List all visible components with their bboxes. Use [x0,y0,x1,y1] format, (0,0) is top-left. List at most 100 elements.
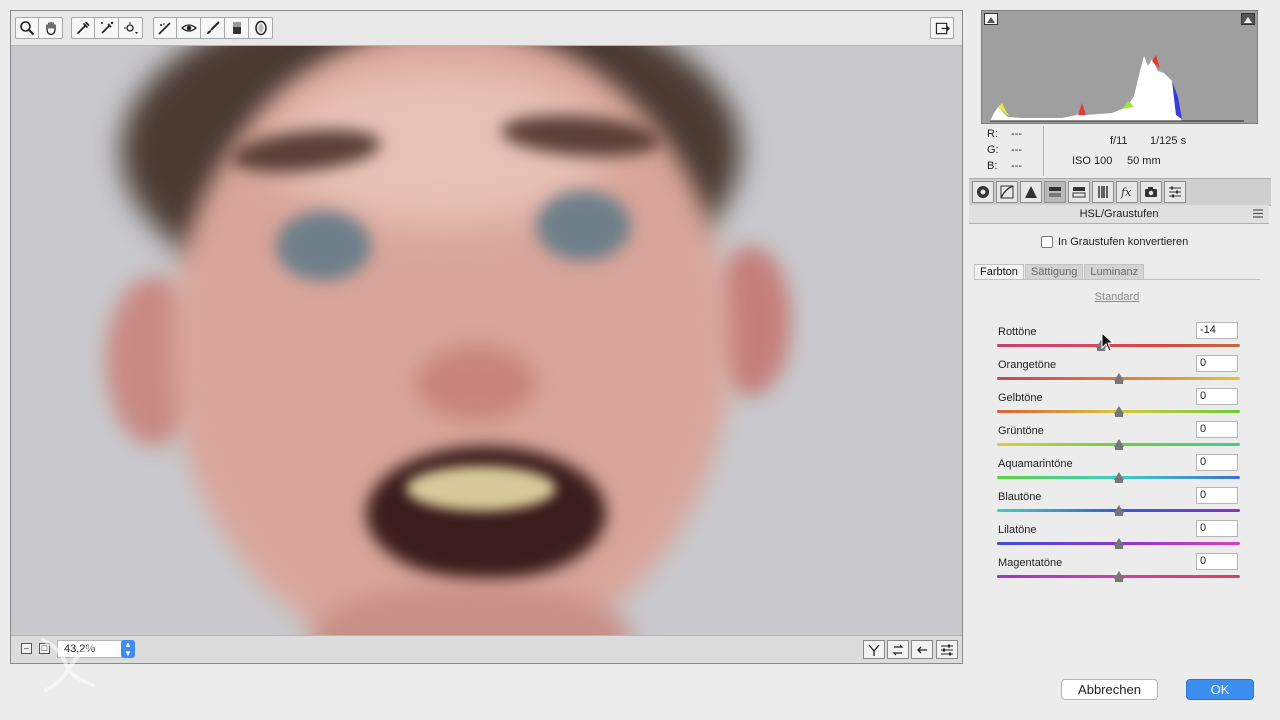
split-toning-icon [1072,187,1086,198]
color-sampler-tool-button[interactable] [95,17,119,39]
slider-value-field[interactable]: 0 [1196,388,1238,405]
straighten-tool-button[interactable] [153,17,177,39]
slider-label: Lilatöne [998,524,1037,536]
tool-group-navigation [15,17,63,39]
slider-label: Aquamarintöne [998,458,1073,470]
tab-split-toning[interactable] [1068,181,1090,203]
right-eye-shape [536,191,631,261]
detail-triangle-icon [1025,186,1037,198]
tab-presets[interactable] [1164,181,1186,203]
histogram [981,10,1258,124]
shutter-value: 1/125 s [1150,135,1187,147]
b-value: --- [1011,160,1022,172]
image-preview[interactable] [11,46,962,636]
sliders-icon [941,644,953,655]
slider-thumb[interactable] [1113,406,1124,417]
b-label: B: [987,160,998,172]
grayscale-checkbox[interactable] [1041,236,1053,248]
hand-tool-button[interactable] [39,17,63,39]
slider-label: Magentatöne [998,557,1063,569]
tool-group-sampling [71,17,143,39]
lens-icon [1098,186,1108,198]
slider-value-field[interactable]: 0 [1196,553,1238,570]
tab-effects[interactable]: fx [1116,181,1138,203]
slider-label: Rottöne [998,326,1037,338]
red-eye-tool-button[interactable] [177,17,201,39]
radial-filter-tool-button[interactable] [249,17,273,39]
standard-reset-link[interactable]: Standard [974,291,1260,303]
ok-button[interactable]: OK [1186,679,1254,700]
fullscreen-icon [935,22,950,34]
slider-label: Orangetöne [998,359,1057,371]
cancel-button[interactable]: Abbrechen [1061,679,1158,700]
grayscale-option[interactable]: In Graustufen konvertieren [1041,236,1188,248]
slider-value-field[interactable]: 0 [1196,520,1238,537]
teeth-shape [406,466,556,511]
status-bar: – □ 43,2% ▲ ▼ [11,635,962,663]
r-label: R: [987,128,998,140]
before-after-icon [868,644,880,656]
red-eye-icon [180,24,197,32]
image-editor: – □ 43,2% ▲ ▼ [10,10,963,664]
zoom-stepper[interactable]: ▲ ▼ [121,640,135,658]
slider-row: Magentatöne 0 [974,553,1260,590]
presets-icon [1169,186,1181,198]
swap-settings-button[interactable] [887,640,909,659]
g-value: --- [1011,144,1022,156]
zoom-tool-button[interactable] [15,17,39,39]
adjustment-panel: R: --- G: --- B: --- f/11 1/125 s ISO 10… [969,10,1271,665]
slider-value-field[interactable]: 0 [1196,355,1238,372]
aperture-icon [977,186,989,198]
slider-thumb[interactable] [1113,373,1124,384]
r-value: --- [1011,128,1022,140]
graduated-filter-tool-button[interactable] [225,17,249,39]
tool-bar [11,11,962,46]
panel-menu-icon[interactable] [1253,209,1263,218]
slider-label: Grüntöne [998,425,1044,437]
curve-icon [1000,185,1014,199]
copy-settings-button[interactable] [911,640,933,659]
hand-icon [45,21,56,36]
iso-value: ISO 100 [1072,155,1113,167]
readout-divider [1043,126,1044,176]
hsl-subtabs: Farbton Sättigung Luminanz [974,264,1145,280]
graduated-filter-icon [232,22,241,34]
slider-value-field[interactable]: 0 [1196,454,1238,471]
slider-value-field[interactable]: -14 [1196,322,1238,339]
slider-thumb[interactable] [1113,571,1124,582]
toggle-settings-button[interactable] [936,640,958,659]
hsl-icon [1049,187,1061,197]
grayscale-label: In Graustufen konvertieren [1058,236,1189,248]
tab-detail[interactable] [1020,181,1042,203]
section-header: HSL/Graustufen [969,205,1269,224]
tab-hsl[interactable] [1044,181,1066,203]
before-after-view-button[interactable] [863,640,885,659]
slider-value-field[interactable]: 0 [1196,487,1238,504]
subtab-hue[interactable]: Farbton [974,264,1024,280]
tab-lens-corrections[interactable] [1092,181,1114,203]
slider-thumb[interactable] [1113,505,1124,516]
slider-label: Blautöne [998,491,1042,503]
svg-text:fx: fx [1120,186,1132,199]
swap-icon [892,644,904,655]
slider-thumb[interactable] [1113,472,1124,483]
slider-thumb[interactable] [1113,538,1124,549]
zoom-out-button[interactable]: – [21,643,32,654]
slider-thumb[interactable] [1113,439,1124,450]
targeted-adjustment-tool-button[interactable] [119,17,143,39]
tab-camera-calibration[interactable] [1140,181,1162,203]
slider-track[interactable] [997,344,1240,347]
straighten-icon [158,22,171,35]
g-label: G: [987,144,999,156]
aperture-value: f/11 [1110,135,1128,147]
subtab-saturation[interactable]: Sättigung [1024,264,1084,280]
subtab-luminance[interactable]: Luminanz [1084,264,1145,280]
fullscreen-toggle-button[interactable] [930,17,954,39]
adjustment-brush-tool-button[interactable] [201,17,225,39]
slider-value-field[interactable]: 0 [1196,421,1238,438]
section-title: HSL/Graustufen [1079,208,1159,220]
white-balance-tool-button[interactable] [71,17,95,39]
tab-basic[interactable] [972,181,994,203]
tab-tone-curve[interactable] [996,181,1018,203]
eyedropper-icon [77,21,90,34]
